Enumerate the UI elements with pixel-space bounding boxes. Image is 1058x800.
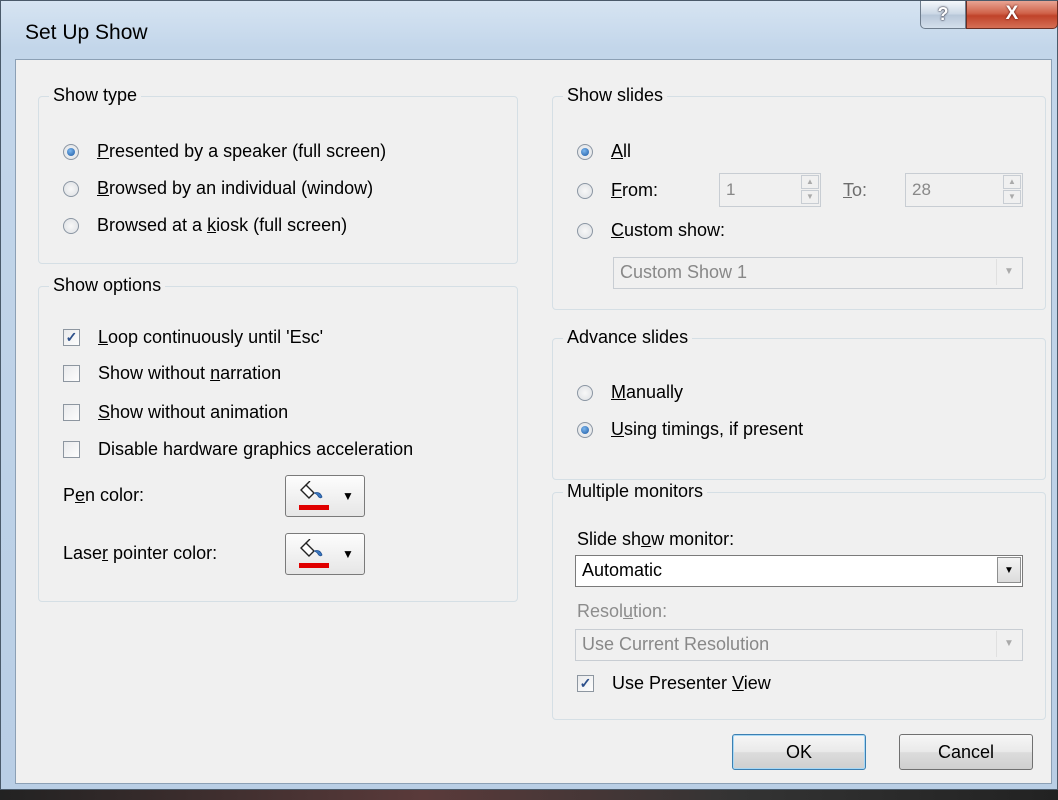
slide-show-monitor-label: Slide show monitor: [577,529,735,549]
ok-button[interactable]: OK [732,734,866,770]
pen-color-button[interactable]: ▼ [285,475,365,517]
checkbox-without-animation[interactable]: Show without animation [63,402,288,423]
dialog-title: Set Up Show [25,21,148,44]
custom-show-select[interactable]: Custom Show 1 ▼ [613,257,1023,289]
checkbox[interactable] [63,441,80,458]
radio-presented-by-speaker[interactable]: Presented by a speaker (full screen) [63,141,386,162]
radio-button-selected[interactable] [63,143,79,160]
from-slide-spinner[interactable]: 1 ▲ ▼ [719,173,821,207]
radio-button[interactable] [577,182,593,199]
spin-up-icon[interactable]: ▲ [801,175,819,189]
checkbox-without-narration[interactable]: Show without narration [63,363,281,384]
laser-color-label: Laser pointer color: [63,543,218,563]
radio-button[interactable] [63,217,79,234]
title-bar[interactable]: Set Up Show ? X [15,1,1058,59]
radio-from-slides[interactable]: From: [577,180,658,201]
checkbox-checked[interactable]: ✓ [577,675,594,692]
to-slide-spinner[interactable]: 28 ▲ ▼ [905,173,1023,207]
spinner-arrows[interactable]: ▲ ▼ [801,175,819,205]
spinner-arrows[interactable]: ▲ ▼ [1003,175,1021,205]
show-type-group: Show type Presented by a speaker (full s… [38,85,518,264]
multiple-monitors-legend: Multiple monitors [563,481,708,502]
radio-all-slides[interactable]: All [577,141,631,162]
advance-slides-legend: Advance slides [563,327,693,348]
paint-bucket-icon [300,539,323,557]
radio-manually[interactable]: Manually [577,382,683,403]
radio-browsed-at-kiosk[interactable]: Browsed at a kiosk (full screen) [63,215,347,236]
checkbox-disable-hw-acceleration[interactable]: Disable hardware graphics acceleration [63,439,413,460]
show-options-legend: Show options [49,275,166,296]
close-button[interactable]: X [966,1,1058,29]
paint-bucket-icon [300,481,323,499]
to-slide-value: 28 [912,180,931,199]
show-type-legend: Show type [49,85,142,106]
radio-button-selected[interactable] [577,421,593,438]
show-slides-legend: Show slides [563,85,668,106]
multiple-monitors-group: Multiple monitors Slide show monitor: Au… [552,481,1046,720]
chevron-down-icon[interactable]: ▼ [996,631,1021,657]
help-button[interactable]: ? [920,1,966,29]
dropdown-arrow-icon: ▼ [342,489,354,503]
chevron-down-icon[interactable]: ▼ [996,259,1021,285]
from-slide-value: 1 [726,180,736,199]
spin-down-icon[interactable]: ▼ [1003,190,1021,204]
pen-color-swatch [299,505,329,510]
pen-color-label: Pen color: [63,485,145,505]
laser-color-button[interactable]: ▼ [285,533,365,575]
radio-button[interactable] [577,222,593,239]
checkbox-checked[interactable]: ✓ [63,329,80,346]
resolution-label: Resolution: [577,601,668,621]
set-up-show-dialog: Set Up Show ? X Show type Presented by a… [0,0,1058,790]
radio-button[interactable] [63,180,79,197]
advance-slides-group: Advance slides Manually Using timings, i… [552,327,1046,480]
dialog-body: Show type Presented by a speaker (full s… [15,59,1052,784]
spin-up-icon[interactable]: ▲ [1003,175,1021,189]
checkbox-loop-continuously[interactable]: ✓ Loop continuously until 'Esc' [63,327,323,348]
spin-down-icon[interactable]: ▼ [801,190,819,204]
checkbox-use-presenter-view[interactable]: ✓ Use Presenter View [577,673,771,694]
show-options-group: Show options ✓ Loop continuously until '… [38,275,518,602]
checkbox[interactable] [63,404,80,421]
radio-browsed-by-individual[interactable]: Browsed by an individual (window) [63,178,373,199]
radio-custom-show[interactable]: Custom show: [577,220,725,241]
radio-button-selected[interactable] [577,143,593,160]
laser-color-swatch [299,563,329,568]
cancel-button[interactable]: Cancel [899,734,1033,770]
dropdown-arrow-icon: ▼ [342,547,354,561]
radio-using-timings[interactable]: Using timings, if present [577,419,803,440]
to-label: To: [843,180,868,200]
chevron-down-icon[interactable]: ▼ [997,557,1021,583]
slide-show-monitor-select[interactable]: Automatic ▼ [575,555,1023,587]
checkbox[interactable] [63,365,80,382]
resolution-select[interactable]: Use Current Resolution ▼ [575,629,1023,661]
radio-button[interactable] [577,384,593,401]
show-slides-group: Show slides All From: 1 ▲ ▼ To: 28 ▲ ▼ C… [552,85,1046,310]
